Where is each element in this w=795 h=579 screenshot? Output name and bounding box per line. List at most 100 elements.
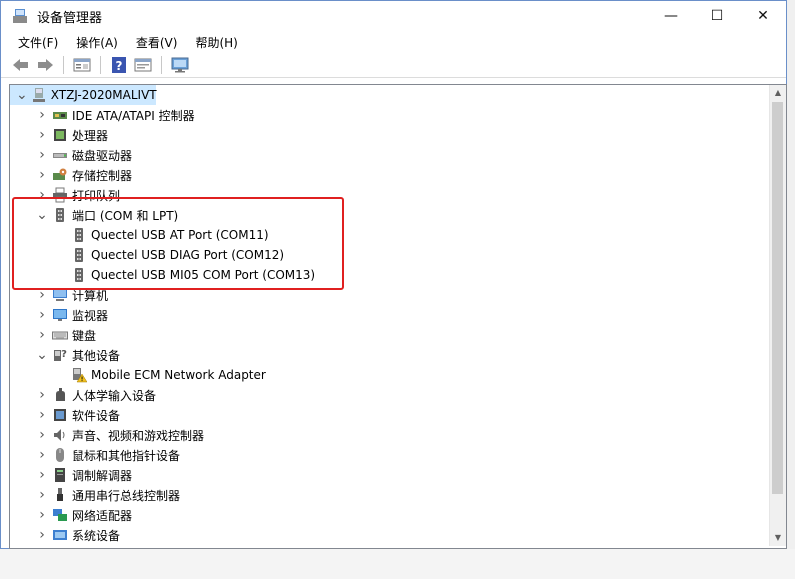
tree-category-8[interactable]: › 键盘 — [10, 325, 770, 345]
forward-icon[interactable] — [35, 55, 55, 75]
tree-item-label: 网络适配器 — [72, 508, 133, 523]
toolbar: ? — [1, 53, 786, 78]
expand-arrow-right-icon[interactable]: › — [35, 447, 49, 463]
background-bottom-strip — [0, 549, 795, 579]
menu-file[interactable]: 文件(F) — [9, 34, 67, 51]
tree-category-13[interactable]: › 鼠标和其他指针设备 — [10, 445, 770, 465]
expand-arrow-right-icon[interactable]: › — [35, 127, 49, 143]
tree-item-label: 键盘 — [72, 328, 97, 343]
expand-arrow-down-icon[interactable]: ⌄ — [16, 87, 28, 103]
menu-view[interactable]: 查看(V) — [127, 34, 187, 51]
mouse-icon — [52, 447, 68, 463]
tree-category-12[interactable]: › 声音、视频和游戏控制器 — [10, 425, 770, 445]
tree-category-14[interactable]: › 调制解调器 — [10, 465, 770, 485]
expand-arrow-right-icon[interactable]: › — [35, 427, 49, 443]
storage-controller-icon — [52, 167, 68, 183]
expand-arrow-down-icon[interactable]: ⌄ — [35, 347, 49, 363]
device-manager-app-icon — [13, 9, 27, 23]
tree-item-label: 其他设备 — [72, 348, 121, 363]
tree-item-label: 磁盘驱动器 — [72, 148, 133, 163]
expand-arrow-right-icon[interactable]: › — [35, 407, 49, 423]
expand-arrow-right-icon[interactable]: › — [35, 107, 49, 123]
tree-category-3[interactable]: › 存储控制器 — [10, 165, 770, 185]
highlight-annotation-box — [12, 197, 344, 290]
update-driver-icon[interactable] — [133, 55, 153, 75]
window-controls: — ☐ ✕ — [648, 1, 786, 31]
scroll-up-arrow-icon[interactable]: ▲ — [770, 85, 786, 101]
window-title: 设备管理器 — [37, 10, 103, 26]
maximize-button[interactable]: ☐ — [694, 1, 740, 31]
ide-controller-icon — [52, 107, 68, 123]
expand-arrow-right-icon[interactable]: › — [35, 147, 49, 163]
tree-category-0[interactable]: › IDE ATA/ATAPI 控制器 — [10, 105, 770, 125]
tree-item-label: 处理器 — [72, 128, 109, 143]
tree-category-10[interactable]: › 人体学输入设备 — [10, 385, 770, 405]
tree-item-label: 通用串行总线控制器 — [72, 488, 181, 503]
system-device-icon — [52, 527, 68, 543]
tree-category-2[interactable]: › 磁盘驱动器 — [10, 145, 770, 165]
tree-item-label: 软件设备 — [72, 408, 121, 423]
tree-item-label: 人体学输入设备 — [72, 388, 157, 403]
menu-action[interactable]: 操作(A) — [67, 34, 127, 51]
svg-text:?: ? — [61, 349, 67, 360]
properties-icon[interactable] — [72, 55, 92, 75]
expand-arrow-right-icon[interactable]: › — [35, 167, 49, 183]
tree-category-15[interactable]: › 通用串行总线控制器 — [10, 485, 770, 505]
monitor-icon — [52, 307, 68, 323]
toolbar-separator — [161, 56, 162, 74]
vertical-scrollbar[interactable]: ▲ ▼ — [769, 85, 786, 546]
tree-item-label: 存储控制器 — [72, 168, 133, 183]
expand-arrow-right-icon[interactable]: › — [35, 467, 49, 483]
help-icon[interactable]: ? — [109, 55, 129, 75]
tree-item-label: XTZJ-2020MALIVT — [50, 88, 157, 102]
background-right-strip — [787, 0, 795, 579]
minimize-button[interactable]: — — [648, 1, 694, 31]
tree-category-1[interactable]: › 处理器 — [10, 125, 770, 145]
menu-bar: 文件(F) 操作(A) 查看(V) 帮助(H) — [1, 31, 786, 53]
scrollbar-thumb[interactable] — [772, 102, 783, 494]
menu-help[interactable]: 帮助(H) — [186, 34, 246, 51]
tree-category-16[interactable]: › 网络适配器 — [10, 505, 770, 525]
hid-icon — [52, 387, 68, 403]
toolbar-separator — [63, 56, 64, 74]
tree-category-17[interactable]: › 系统设备 — [10, 525, 770, 545]
processor-icon — [52, 127, 68, 143]
close-button[interactable]: ✕ — [740, 1, 786, 31]
tree-item-label: 监视器 — [72, 308, 109, 323]
toolbar-separator — [100, 56, 101, 74]
tree-root-computer[interactable]: ⌄ XTZJ-2020MALIVT — [10, 85, 157, 105]
tree-item-label: IDE ATA/ATAPI 控制器 — [72, 108, 195, 123]
back-icon[interactable] — [11, 55, 31, 75]
tree-category-9[interactable]: ⌄? 其他设备 — [10, 345, 770, 365]
tree-category-11[interactable]: › 软件设备 — [10, 405, 770, 425]
title-bar[interactable]: 设备管理器 — ☐ ✕ — [1, 1, 786, 31]
expand-arrow-right-icon[interactable]: › — [35, 527, 49, 543]
modem-icon — [52, 467, 68, 483]
tree-item-label: 调制解调器 — [72, 468, 133, 483]
expand-arrow-right-icon[interactable]: › — [35, 507, 49, 523]
other-devices-icon: ? — [52, 347, 68, 363]
software-device-icon — [52, 407, 68, 423]
computer-root-icon — [31, 87, 47, 103]
sound-icon — [52, 427, 68, 443]
expand-arrow-right-icon[interactable]: › — [35, 487, 49, 503]
usb-icon — [52, 487, 68, 503]
tree-item-label: 鼠标和其他指针设备 — [72, 448, 181, 463]
device-tree-pane[interactable]: ⌄ XTZJ-2020MALIVT › IDE ATA/ATAPI 控制器 › 处理器 › 磁… — [9, 84, 787, 549]
keyboard-icon — [52, 327, 68, 343]
expand-arrow-right-icon[interactable]: › — [35, 327, 49, 343]
disk-drive-icon — [52, 147, 68, 163]
scan-monitor-icon[interactable] — [170, 55, 190, 75]
svg-text:?: ? — [116, 59, 123, 73]
warning-device-icon — [71, 367, 88, 383]
tree-category-7[interactable]: › 监视器 — [10, 305, 770, 325]
tree-item-label: 声音、视频和游戏控制器 — [72, 428, 205, 443]
device-tree: ⌄ XTZJ-2020MALIVT › IDE ATA/ATAPI 控制器 › 处理器 › 磁… — [10, 85, 770, 545]
tree-item-label: 系统设备 — [72, 528, 121, 543]
expand-arrow-right-icon[interactable]: › — [35, 307, 49, 323]
network-adapter-icon — [52, 507, 68, 523]
tree-item-label: Mobile ECM Network Adapter — [91, 368, 266, 382]
scroll-down-arrow-icon[interactable]: ▼ — [770, 530, 786, 546]
expand-arrow-right-icon[interactable]: › — [35, 387, 49, 403]
tree-device-9-0[interactable]: Mobile ECM Network Adapter — [10, 365, 770, 385]
